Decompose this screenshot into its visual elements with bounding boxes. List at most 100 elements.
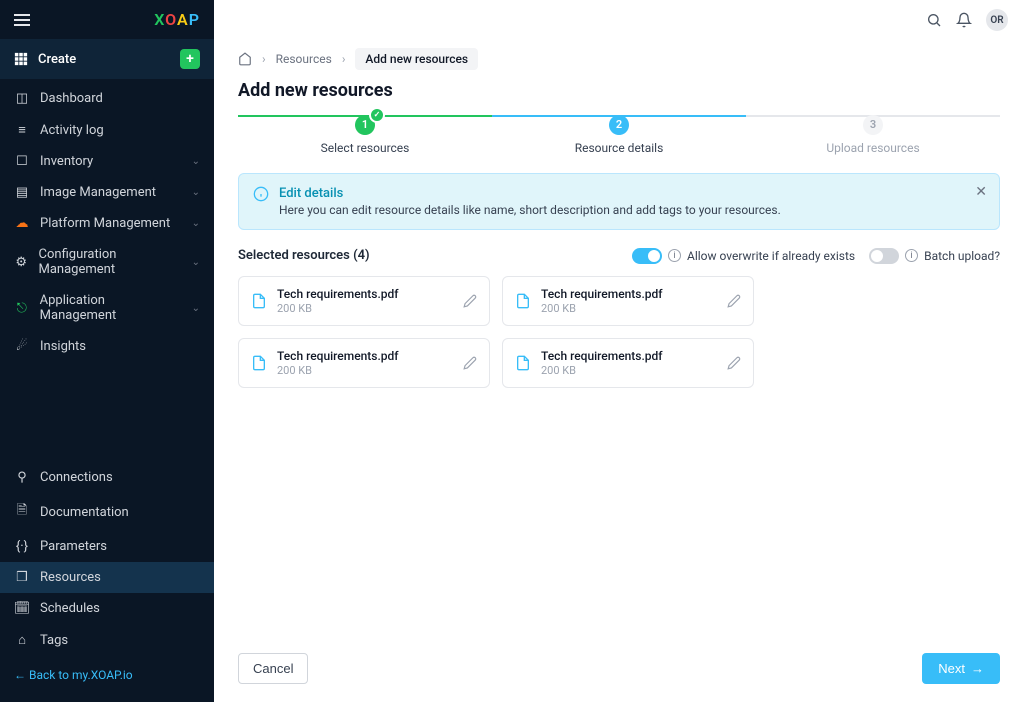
cancel-button[interactable]: Cancel	[238, 653, 308, 684]
search-icon[interactable]	[926, 12, 942, 28]
chevron-down-icon: ⌄	[192, 303, 200, 314]
selected-resources-label: Selected resources (4)	[238, 248, 370, 263]
sidebar-item-label: Application Management	[40, 293, 182, 323]
sidebar-item-label: Image Management	[40, 185, 156, 200]
page-title: Add new resources	[238, 80, 1000, 101]
toggle-overwrite-label: Allow overwrite if already exists	[687, 249, 855, 263]
sidebar-item-documentation[interactable]: 🗎 Documentation	[0, 493, 214, 531]
next-button[interactable]: Next →	[922, 653, 1000, 684]
chevron-right-icon: ›	[342, 52, 346, 66]
close-icon[interactable]: ✕	[975, 184, 987, 200]
toggle-batch: i Batch upload?	[869, 248, 1000, 264]
file-icon	[251, 353, 267, 373]
toggle-overwrite: i Allow overwrite if already exists	[632, 248, 855, 264]
topbar: OR	[214, 0, 1024, 40]
sidebar-item-label: Tags	[40, 633, 68, 648]
bell-icon[interactable]	[956, 12, 972, 28]
sidebar-bottom-nav: ⚲ Connections 🗎 Documentation {·} Parameter…	[0, 462, 214, 702]
create-button[interactable]: Create +	[0, 39, 214, 79]
config-icon: ⚙	[14, 255, 29, 270]
sidebar-item-activity[interactable]: ≡ Activity log	[0, 114, 214, 146]
info-banner-title: Edit details	[279, 186, 781, 201]
schedules-icon: 🗓	[14, 601, 30, 616]
step-label: Select resources	[238, 141, 492, 155]
sidebar-item-label: Schedules	[40, 601, 100, 616]
dashboard-icon: ◫	[14, 91, 30, 106]
file-icon	[251, 291, 267, 311]
edit-icon[interactable]	[463, 356, 477, 370]
file-name: Tech requirements.pdf	[277, 349, 453, 363]
sidebar-item-label: Activity log	[40, 123, 104, 138]
step-circle: 2	[609, 115, 629, 135]
file-card: Tech requirements.pdf200 KB	[238, 276, 490, 326]
grid-icon	[14, 52, 28, 66]
sidebar-item-application-management[interactable]: ⎋Application Management⌄	[0, 285, 214, 331]
chevron-down-icon: ⌄	[192, 156, 200, 167]
sidebar-item-label: Connections	[40, 470, 113, 485]
step-circle: 1	[355, 115, 375, 135]
sidebar-item-dashboard[interactable]: ◫Dashboard	[0, 83, 214, 114]
toggle-overwrite-switch[interactable]	[632, 248, 662, 264]
sidebar-item-inventory[interactable]: ☐ Inventory ⌄	[0, 146, 214, 177]
sidebar-item-tags[interactable]: ⌂Tags	[0, 624, 214, 656]
sidebar-item-label: Platform Management	[40, 216, 170, 231]
sidebar-item-schedules[interactable]: 🗓 Schedules	[0, 593, 214, 624]
inventory-icon: ☐	[14, 154, 30, 169]
brand-logo: XOAP	[154, 10, 200, 29]
sidebar-item-parameters[interactable]: {·} Parameters	[0, 531, 214, 562]
main: OR › Resources › Add new resources Add n…	[214, 0, 1024, 702]
back-link[interactable]: ← Back to my.XOAP.io	[0, 656, 214, 694]
insights-icon: ☄	[14, 339, 30, 354]
next-label: Next	[938, 661, 965, 676]
sidebar-top: XOAP	[0, 0, 214, 39]
plus-icon[interactable]: +	[180, 49, 200, 69]
sidebar-item-label: Parameters	[40, 539, 107, 554]
stepper: 1 Select resources 2 Resource details 3 …	[238, 115, 1000, 155]
sidebar-item-image-management[interactable]: ▤ Image Management ⌄	[0, 177, 214, 208]
sidebar-item-label: Documentation	[40, 505, 129, 520]
menu-toggle-icon[interactable]	[14, 14, 30, 26]
sidebar-item-resources[interactable]: ❒ Resources	[0, 562, 214, 593]
edit-icon[interactable]	[727, 294, 741, 308]
sidebar: XOAP Create + ◫Dashboard ≡ Activity log ☐…	[0, 0, 214, 702]
create-label: Create	[38, 52, 76, 67]
sidebar-item-label: Configuration Management	[39, 247, 182, 277]
info-icon[interactable]: i	[905, 249, 918, 262]
sidebar-item-insights[interactable]: ☄ Insights	[0, 331, 214, 362]
resources-icon: ❒	[14, 570, 30, 585]
step-circle: 3	[863, 115, 883, 135]
connections-icon: ⚲	[14, 470, 30, 485]
params-icon: {·}	[14, 539, 30, 554]
step-label: Resource details	[492, 141, 746, 155]
sidebar-item-label: Resources	[40, 570, 101, 585]
home-icon[interactable]	[238, 52, 252, 66]
edit-icon[interactable]	[463, 294, 477, 308]
toggle-batch-label: Batch upload?	[924, 249, 1000, 263]
activity-icon: ≡	[14, 122, 30, 138]
file-name: Tech requirements.pdf	[541, 349, 717, 363]
sidebar-item-connections[interactable]: ⚲ Connections	[0, 462, 214, 493]
file-card: Tech requirements.pdf200 KB	[502, 338, 754, 388]
sidebar-item-label: Inventory	[40, 154, 93, 169]
sidebar-item-configuration-management[interactable]: ⚙ Configuration Management ⌄	[0, 239, 214, 285]
avatar[interactable]: OR	[986, 9, 1008, 31]
doc-icon: 🗎	[14, 501, 30, 523]
chevron-down-icon: ⌄	[192, 257, 200, 268]
file-icon	[515, 353, 531, 373]
chevron-right-icon: ›	[262, 52, 266, 66]
edit-icon[interactable]	[727, 356, 741, 370]
chevron-down-icon: ⌄	[192, 218, 200, 229]
image-icon: ▤	[14, 185, 30, 200]
breadcrumb-resources[interactable]: Resources	[276, 52, 332, 66]
content: › Resources › Add new resources Add new …	[214, 40, 1024, 637]
chevron-down-icon: ⌄	[192, 187, 200, 198]
info-icon[interactable]: i	[668, 249, 681, 262]
step-2: 2 Resource details	[492, 115, 746, 155]
info-banner: Edit details Here you can edit resource …	[238, 173, 1000, 230]
arrow-right-icon: →	[971, 661, 984, 676]
sidebar-item-platform-management[interactable]: ☁Platform Management⌄	[0, 208, 214, 239]
file-name: Tech requirements.pdf	[541, 287, 717, 301]
toggle-batch-switch[interactable]	[869, 248, 899, 264]
sidebar-item-label: Insights	[40, 339, 86, 354]
selected-resources-header: Selected resources (4) i Allow overwrite…	[238, 248, 1000, 264]
